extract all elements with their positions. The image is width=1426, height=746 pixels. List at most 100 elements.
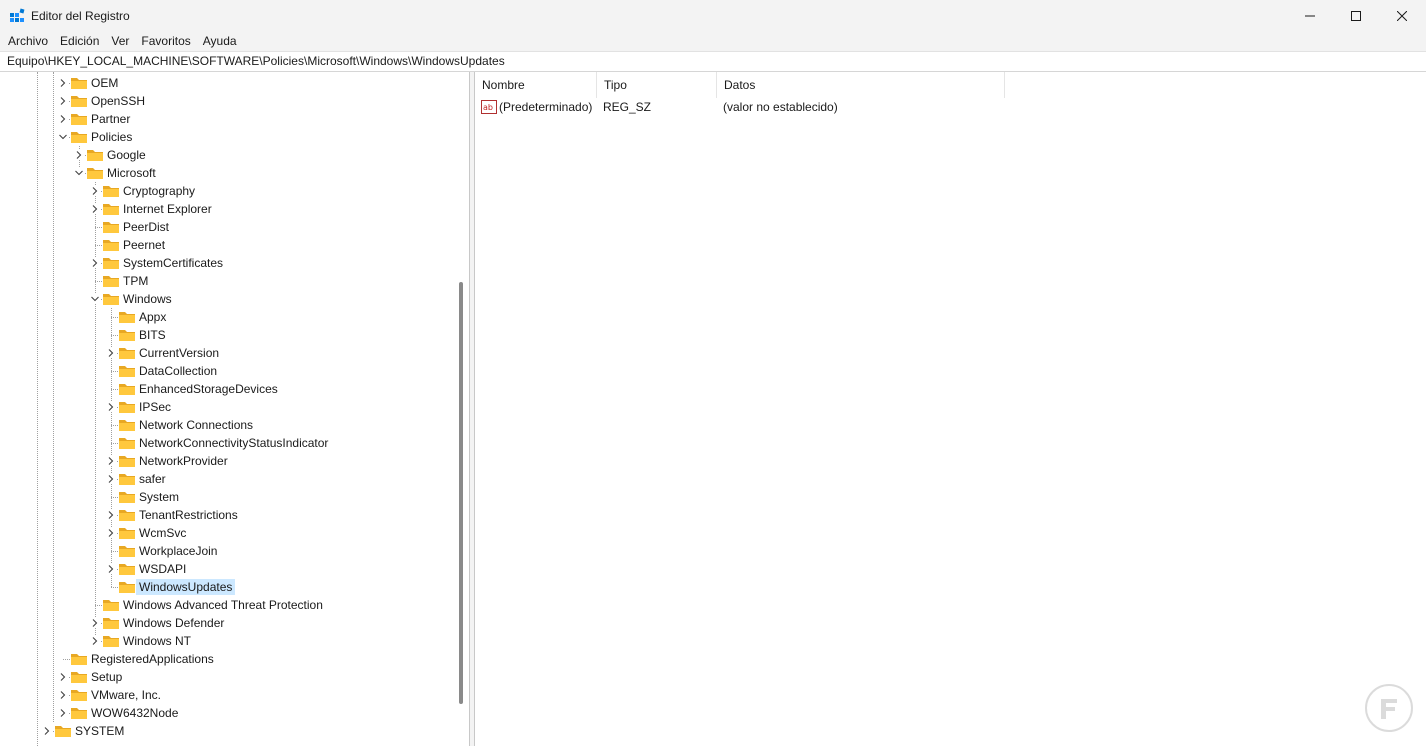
tree-item[interactable]: SYSTEM (0, 722, 460, 740)
tree-item[interactable]: Windows NT (0, 632, 460, 650)
chevron-right-icon[interactable] (90, 636, 100, 646)
column-header-tipo[interactable]: Tipo (597, 72, 717, 98)
folder-icon (119, 546, 135, 557)
tree-item[interactable]: Appx (0, 308, 460, 326)
tree-item-label: Peernet (123, 238, 166, 252)
tree-item-label: safer (139, 472, 166, 486)
tree-item[interactable]: Partner (0, 110, 460, 128)
tree-item[interactable]: TPM (0, 272, 460, 290)
tree-item[interactable]: WindowsUpdates (0, 578, 460, 596)
tree-item[interactable]: WOW6432Node (0, 704, 460, 722)
value-data: (valor no establecido) (723, 100, 838, 114)
tree-guide-line (111, 317, 118, 318)
tree-item[interactable]: IPSec (0, 398, 460, 416)
chevron-right-icon[interactable] (106, 402, 116, 412)
tree-item[interactable]: WorkplaceJoin (0, 542, 460, 560)
menu-edicion[interactable]: Edición (54, 31, 105, 51)
tree-item-label: TenantRestrictions (139, 508, 238, 522)
menu-favoritos[interactable]: Favoritos (135, 31, 196, 51)
maximize-button[interactable] (1333, 0, 1379, 31)
folder-icon (119, 510, 135, 521)
registry-editor-icon (10, 8, 25, 22)
tree-item-label: NetworkProvider (139, 454, 228, 468)
tree-item[interactable]: OpenSSH (0, 92, 460, 110)
close-button[interactable] (1379, 0, 1425, 31)
key-tree-pane[interactable]: OEM OpenSSH Partner Policies Google Microsoft… (0, 72, 470, 746)
tree-item-label: NetworkConnectivityStatusIndicator (139, 436, 329, 450)
chevron-right-icon[interactable] (106, 456, 116, 466)
chevron-down-icon[interactable] (74, 168, 84, 178)
chevron-right-icon[interactable] (58, 672, 68, 682)
folder-icon (103, 222, 119, 233)
tree-item-label: CurrentVersion (139, 346, 220, 360)
tree-item[interactable]: WSDAPI (0, 560, 460, 578)
chevron-right-icon[interactable] (90, 258, 100, 268)
folder-icon (71, 78, 87, 89)
values-list-pane[interactable]: Nombre Tipo Datos ab (Predeterminado) RE… (475, 72, 1426, 746)
chevron-right-icon[interactable] (42, 726, 52, 736)
chevron-right-icon[interactable] (58, 96, 68, 106)
tree-scrollbar-thumb[interactable] (459, 282, 463, 704)
folder-icon (71, 96, 87, 107)
folder-icon (119, 528, 135, 539)
chevron-right-icon[interactable] (90, 618, 100, 628)
chevron-right-icon[interactable] (58, 78, 68, 88)
address-bar[interactable]: Equipo\HKEY_LOCAL_MACHINE\SOFTWARE\Polic… (0, 51, 1426, 72)
tree-item[interactable]: SystemCertificates (0, 254, 460, 272)
chevron-right-icon[interactable] (106, 348, 116, 358)
chevron-right-icon[interactable] (74, 150, 84, 160)
tree-item[interactable]: Network Connections (0, 416, 460, 434)
tree-item[interactable]: Peernet (0, 236, 460, 254)
watermark-logo-icon (1365, 684, 1413, 732)
tree-item[interactable]: safer (0, 470, 460, 488)
tree-item[interactable]: VMware, Inc. (0, 686, 460, 704)
chevron-right-icon[interactable] (106, 528, 116, 538)
tree-item[interactable]: TenantRestrictions (0, 506, 460, 524)
menu-archivo[interactable]: Archivo (2, 31, 54, 51)
tree-item[interactable]: Policies (0, 128, 460, 146)
tree-item[interactable]: PeerDist (0, 218, 460, 236)
tree-item[interactable]: Windows Defender (0, 614, 460, 632)
chevron-right-icon[interactable] (58, 708, 68, 718)
tree-guide-line (111, 587, 118, 588)
tree-item[interactable]: BITS (0, 326, 460, 344)
tree-item-label: EnhancedStorageDevices (139, 382, 278, 396)
chevron-right-icon[interactable] (106, 564, 116, 574)
tree-item[interactable]: RegisteredApplications (0, 650, 460, 668)
menu-ver[interactable]: Ver (105, 31, 135, 51)
chevron-down-icon[interactable] (90, 294, 100, 304)
tree-item[interactable]: NetworkConnectivityStatusIndicator (0, 434, 460, 452)
menu-ayuda[interactable]: Ayuda (197, 31, 243, 51)
chevron-right-icon[interactable] (58, 690, 68, 700)
tree-item[interactable]: DataCollection (0, 362, 460, 380)
chevron-right-icon[interactable] (106, 474, 116, 484)
chevron-right-icon[interactable] (106, 510, 116, 520)
tree-item[interactable]: System (0, 488, 460, 506)
chevron-right-icon[interactable] (90, 204, 100, 214)
folder-icon (87, 168, 103, 179)
tree-item[interactable]: Cryptography (0, 182, 460, 200)
tree-item[interactable]: Microsoft (0, 164, 460, 182)
tree-item[interactable]: NetworkProvider (0, 452, 460, 470)
tree-item[interactable]: EnhancedStorageDevices (0, 380, 460, 398)
minimize-button[interactable] (1287, 0, 1333, 31)
folder-icon (119, 384, 135, 395)
tree-item[interactable]: Google (0, 146, 460, 164)
tree-item[interactable]: OEM (0, 74, 460, 92)
chevron-right-icon[interactable] (58, 114, 68, 124)
tree-item-label: Internet Explorer (123, 202, 212, 216)
tree-item[interactable]: Windows (0, 290, 460, 308)
chevron-down-icon[interactable] (58, 132, 68, 142)
tree-item[interactable]: WcmSvc (0, 524, 460, 542)
tree-item[interactable]: Setup (0, 668, 460, 686)
tree-item[interactable]: Internet Explorer (0, 200, 460, 218)
tree-item[interactable]: Windows Advanced Threat Protection (0, 596, 460, 614)
tree-item-label: Cryptography (123, 184, 196, 198)
column-header-nombre[interactable]: Nombre (475, 72, 597, 98)
tree-item[interactable]: CurrentVersion (0, 344, 460, 362)
column-header-datos[interactable]: Datos (717, 72, 1005, 98)
chevron-right-icon[interactable] (90, 186, 100, 196)
folder-icon (71, 690, 87, 701)
tree-guide-line (95, 227, 102, 228)
tree-item-label: SystemCertificates (123, 256, 224, 270)
